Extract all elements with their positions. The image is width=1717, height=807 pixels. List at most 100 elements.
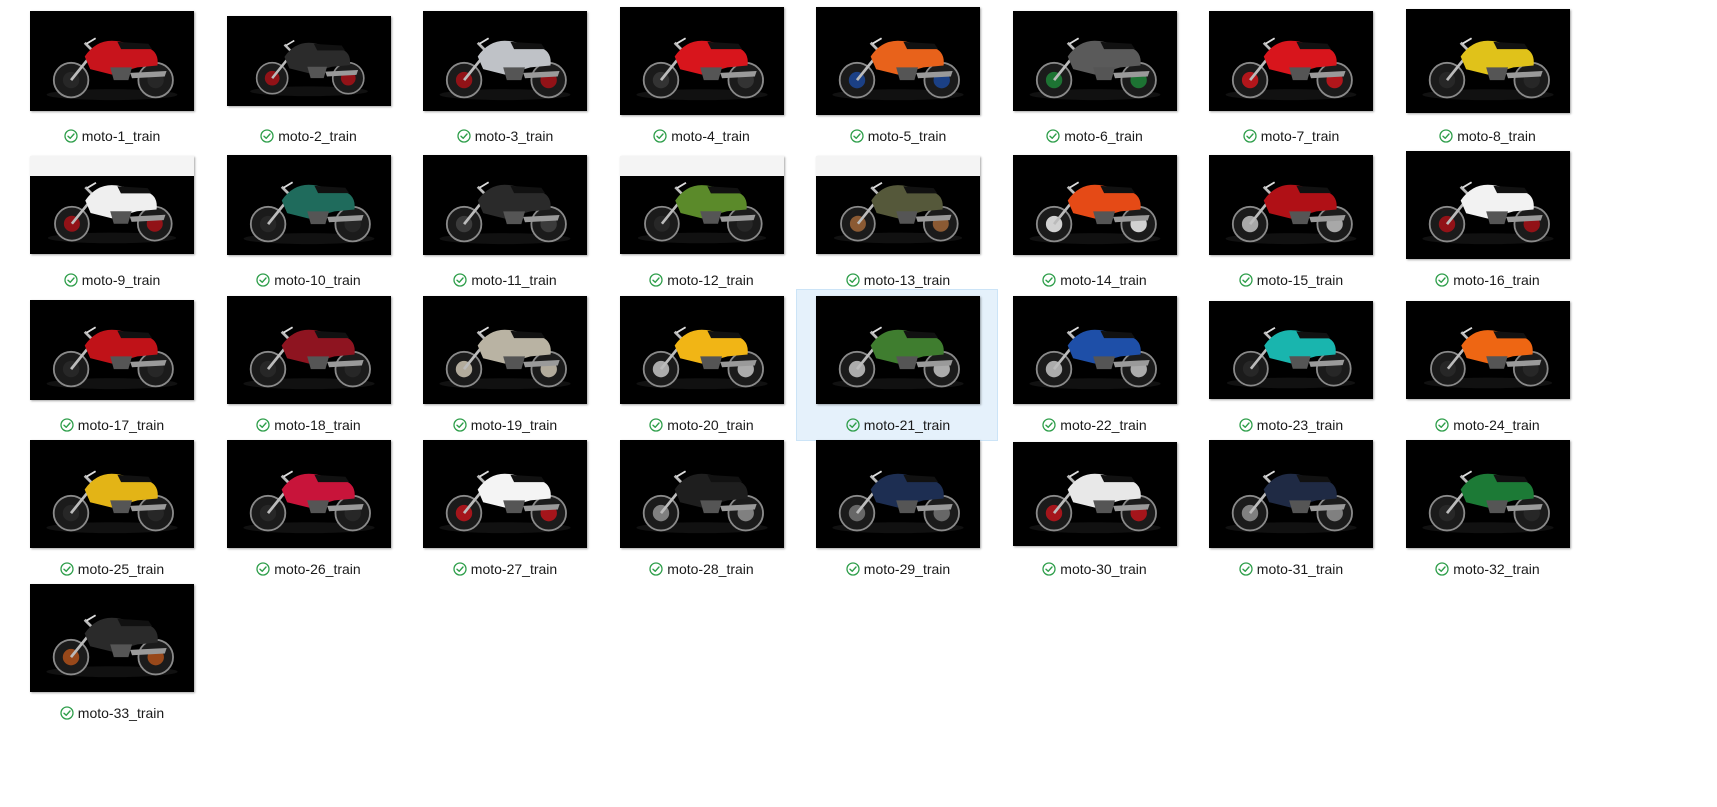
motorcycle-photo (1028, 326, 1161, 389)
file-thumbnail-item[interactable]: moto-7_train (1189, 0, 1391, 152)
file-name-text: moto-22_train (1060, 416, 1147, 433)
file-name-text: moto-21_train (863, 416, 951, 433)
file-thumbnail-item[interactable]: moto-20_train (600, 289, 802, 441)
motorcycle-photo (1225, 181, 1357, 245)
file-thumbnail-item[interactable]: moto-32_train (1386, 433, 1588, 585)
motorcycle-photo (1423, 326, 1552, 388)
motorcycle-photo (243, 181, 374, 245)
file-thumbnail-item[interactable]: moto-26_train (207, 433, 409, 585)
motorcycle-photo (242, 326, 375, 389)
file-thumbnail-item[interactable]: moto-15_train (1189, 144, 1391, 296)
motorcycle-photo (242, 470, 375, 534)
thumbnail-container (1190, 145, 1392, 265)
thumbnail-container (797, 145, 999, 265)
motorcycle-photo (249, 39, 368, 97)
thumbnail-container (797, 290, 999, 410)
file-thumbnail-item[interactable]: moto-11_train (403, 144, 605, 296)
motorcycle-photo (439, 470, 571, 534)
image-thumbnail (816, 7, 980, 115)
image-thumbnail (1012, 155, 1177, 256)
motorcycle-photo (1029, 181, 1160, 245)
synced-check-icon (1042, 417, 1056, 432)
file-thumbnail-item[interactable]: moto-27_train (403, 433, 605, 585)
file-thumbnail-item[interactable]: moto-21_train (796, 288, 999, 441)
file-name-text: moto-17_train (77, 416, 165, 433)
motorcycle-photo (1421, 37, 1554, 101)
file-name-label: moto-18_train (208, 415, 410, 435)
thumbnail-container (1387, 434, 1589, 554)
file-thumbnail-item[interactable]: moto-31_train (1189, 433, 1391, 585)
file-thumbnail-item[interactable]: moto-6_train (993, 0, 1195, 152)
file-thumbnail-item[interactable]: moto-16_train (1386, 144, 1588, 296)
file-thumbnail-item[interactable]: moto-2_train (207, 0, 409, 152)
synced-check-icon (60, 562, 74, 576)
image-thumbnail (226, 439, 391, 548)
image-thumbnail (1012, 441, 1177, 546)
file-thumbnail-item[interactable]: moto-3_train (403, 0, 605, 152)
file-thumbnail-item[interactable]: moto-22_train (993, 289, 1195, 441)
image-thumbnail (423, 155, 587, 256)
file-name-label: moto-3_train (404, 126, 606, 146)
file-thumbnail-item[interactable]: moto-14_train (993, 144, 1195, 296)
file-name-label: moto-28_train (601, 559, 803, 579)
thumbnail-container (404, 434, 606, 554)
file-name-label: moto-5_train (797, 126, 999, 146)
image-thumbnail (816, 295, 980, 404)
file-thumbnail-item[interactable]: moto-29_train (796, 433, 998, 585)
file-thumbnail-item[interactable]: moto-8_train (1386, 0, 1588, 152)
file-thumbnail-item[interactable]: moto-30_train (993, 433, 1195, 585)
image-thumbnail (226, 155, 391, 256)
file-thumbnail-item[interactable]: moto-12_train (600, 144, 802, 296)
synced-check-icon (1239, 273, 1253, 287)
file-thumbnail-item[interactable]: moto-1_train (10, 0, 212, 152)
thumbnail-container (11, 290, 213, 410)
file-thumbnail-item[interactable]: moto-4_train (600, 0, 802, 152)
file-thumbnail-item[interactable]: moto-10_train (207, 144, 409, 296)
file-thumbnail-item[interactable]: moto-33_train (10, 577, 212, 729)
file-explorer-view: moto-1_train moto-2_train moto-3_train moto… (0, 0, 1717, 807)
file-thumbnail-item[interactable]: moto-9_train (10, 144, 212, 296)
file-thumbnail-item[interactable]: moto-23_train (1189, 289, 1391, 441)
file-name-label: moto-23_train (1190, 415, 1392, 435)
file-name-text: moto-2_train (278, 128, 357, 144)
synced-check-icon (1042, 562, 1056, 576)
image-thumbnail (30, 439, 194, 548)
synced-check-icon (1435, 562, 1449, 576)
file-thumbnail-item[interactable]: moto-5_train (796, 0, 998, 152)
thumbnail-container (601, 290, 803, 410)
file-name-label: moto-20_train (601, 415, 803, 435)
synced-check-icon (457, 129, 471, 143)
file-name-label: moto-7_train (1190, 126, 1392, 146)
file-name-text: moto-30_train (1060, 560, 1147, 577)
file-name-label: moto-24_train (1387, 415, 1589, 435)
motorcycle-photo (439, 326, 571, 389)
file-name-text: moto-4_train (671, 128, 750, 144)
file-name-text: moto-23_train (1256, 416, 1344, 433)
file-name-label: moto-27_train (404, 559, 606, 579)
file-name-text: moto-26_train (274, 560, 361, 577)
synced-check-icon (1435, 417, 1449, 432)
file-thumbnail-item[interactable]: moto-19_train (403, 289, 605, 441)
image-thumbnail (30, 584, 194, 693)
thumbnail-container (404, 1, 606, 121)
file-name-label: moto-8_train (1387, 126, 1589, 146)
file-thumbnail-item[interactable]: moto-25_train (10, 433, 212, 585)
synced-check-icon (649, 417, 663, 432)
synced-check-icon (850, 129, 864, 143)
file-thumbnail-item[interactable]: moto-24_train (1386, 289, 1588, 441)
file-thumbnail-item[interactable]: moto-17_train (10, 289, 212, 441)
file-thumbnail-item[interactable]: moto-13_train (796, 144, 998, 296)
file-thumbnail-item[interactable]: moto-18_train (207, 289, 409, 441)
thumbnail-container (1387, 145, 1589, 265)
synced-check-icon (256, 273, 270, 287)
file-name-label: moto-4_train (601, 126, 803, 146)
file-name-text: moto-29_train (863, 560, 951, 577)
file-name-label: moto-10_train (208, 270, 410, 290)
synced-check-icon (64, 273, 78, 287)
thumbnail-container (601, 1, 803, 121)
file-name-text: moto-13_train (863, 272, 951, 289)
image-thumbnail (619, 156, 784, 255)
thumbnail-container (404, 145, 606, 265)
file-thumbnail-item[interactable]: moto-28_train (600, 433, 802, 585)
image-thumbnail (619, 295, 784, 404)
